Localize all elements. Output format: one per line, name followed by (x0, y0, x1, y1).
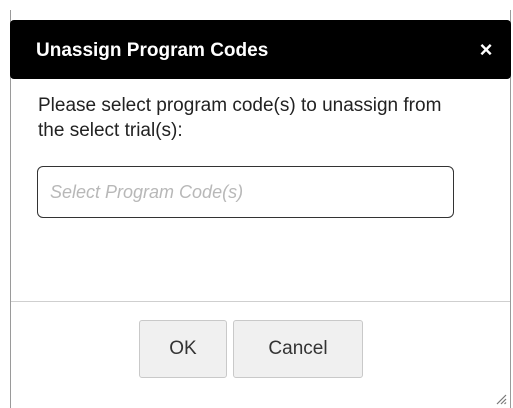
dialog-message: Please select program code(s) to unassig… (38, 95, 442, 141)
program-code-select-input[interactable] (37, 166, 454, 218)
cancel-button[interactable]: Cancel (233, 320, 363, 378)
button-pane-divider (11, 301, 510, 302)
ok-button[interactable]: OK (139, 320, 227, 378)
dialog-titlebar: Unassign Program Codes × (10, 20, 511, 79)
resize-grip-icon[interactable] (493, 391, 507, 405)
dialog-title: Unassign Program Codes (36, 40, 269, 61)
top-cropped-text (0, 0, 513, 4)
unassign-program-codes-dialog: Unassign Program Codes × Please select p… (10, 10, 511, 408)
close-icon[interactable]: × (473, 37, 499, 63)
